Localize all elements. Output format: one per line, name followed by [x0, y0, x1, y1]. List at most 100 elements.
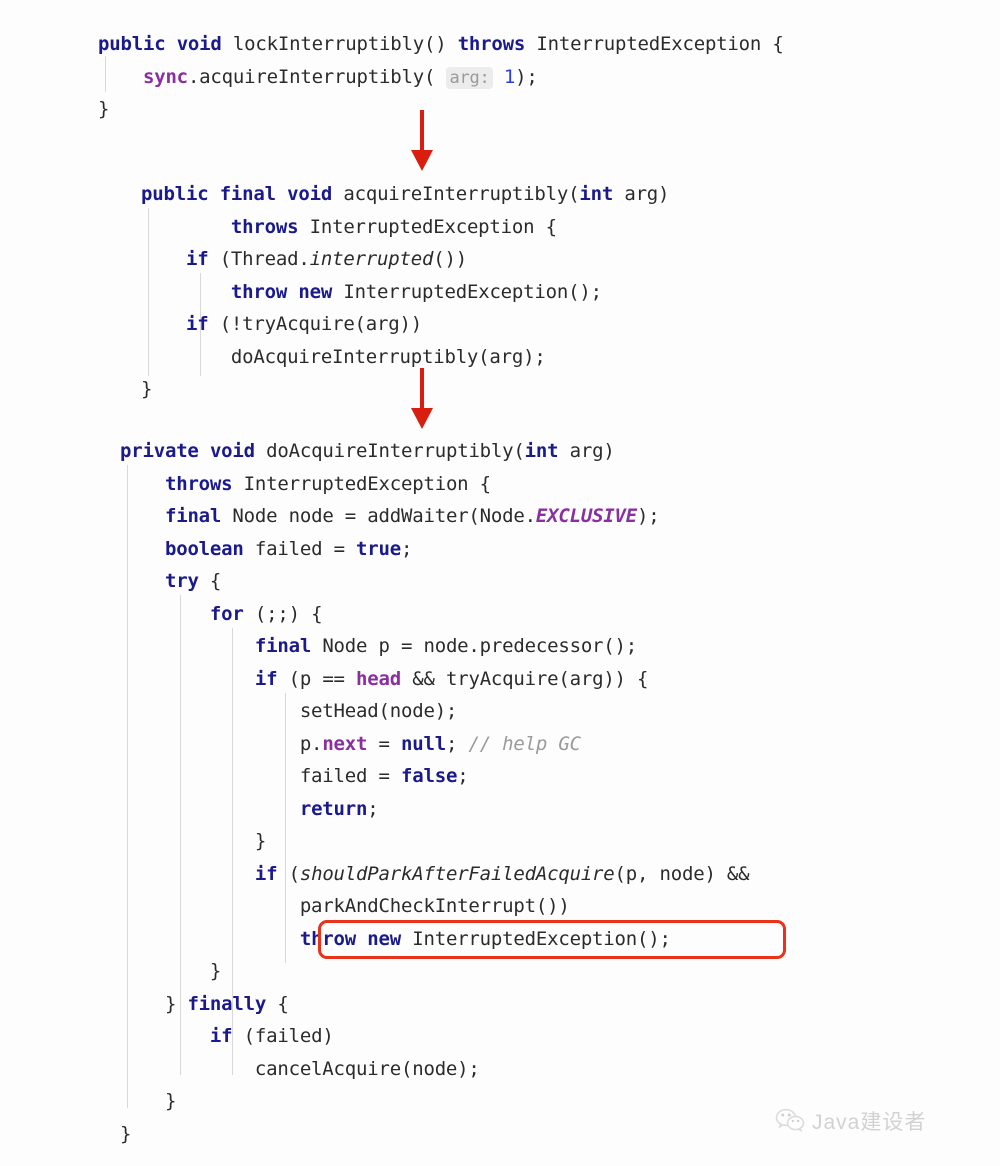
code-line: throw new InterruptedException(); [120, 923, 749, 956]
code-token: arg) [613, 183, 670, 205]
code-line: if (!tryAcquire(arg)) [141, 308, 669, 341]
code-token: Node p = node.predecessor(); [311, 635, 638, 657]
code-token: int [579, 183, 614, 205]
code-token: } [120, 830, 267, 852]
code-token: ; [401, 537, 413, 560]
code-token: arg: [446, 66, 493, 89]
code-token: throws [457, 33, 526, 55]
code-line: throws InterruptedException { [120, 468, 749, 501]
code-token: failed = [243, 537, 357, 560]
code-token: if [185, 313, 209, 335]
code-token: .acquireInterruptibly( [187, 65, 447, 88]
code-token: 1 [503, 65, 516, 88]
code-token: } [120, 1090, 177, 1112]
code-token: shouldParkAfterFailedAcquire [299, 862, 615, 885]
code-token: InterruptedException(); [332, 280, 602, 303]
code-screenshot-canvas: public void lockInterruptibly() throws I… [0, 0, 1000, 1166]
code-token: } [120, 1122, 132, 1145]
code-line: } [120, 955, 749, 988]
code-token: lockInterruptibly() [221, 33, 458, 55]
code-token: doAcquireInterruptibly( [254, 440, 525, 462]
code-line: private void doAcquireInterruptibly(int … [120, 435, 749, 468]
code-line: return; [120, 793, 749, 826]
code-token: try [164, 570, 199, 592]
code-token: ( [277, 862, 300, 885]
wechat-icon [775, 1108, 805, 1132]
code-token: InterruptedException { [232, 472, 491, 495]
code-line: } [120, 1118, 749, 1151]
code-token: setHead(node); [120, 700, 458, 722]
code-token: (p, node) && [614, 862, 750, 885]
code-line: doAcquireInterruptibly(arg); [141, 341, 669, 374]
code-token: failed = [120, 765, 401, 787]
code-token: for [209, 602, 244, 625]
code-token: ); [515, 65, 538, 88]
code-token: { [266, 992, 289, 1015]
code-token: // help GC [468, 732, 581, 755]
code-token: (;;) { [243, 602, 323, 625]
code-line: if (Thread.interrupted()) [141, 243, 669, 276]
code-block-lockInterruptibly: public void lockInterruptibly() throws I… [98, 28, 784, 126]
code-token: (Thread. [208, 248, 310, 270]
code-token: (!tryAcquire(arg)) [208, 313, 423, 335]
code-token: return [299, 797, 368, 820]
code-token: throws [230, 215, 299, 238]
watermark-label: Java建设者 [812, 1111, 927, 1134]
code-token: InterruptedException(); [401, 927, 671, 950]
code-line: failed = false; [120, 760, 749, 793]
code-token: boolean [164, 537, 244, 560]
code-token: InterruptedException { [525, 33, 784, 55]
code-line: boolean failed = true; [120, 533, 749, 566]
code-line: if (p == head && tryAcquire(arg)) { [120, 663, 749, 696]
code-line: throw new InterruptedException(); [141, 276, 669, 309]
arrow-acquire-to-doacquire [411, 368, 433, 429]
code-block-doAcquireInterruptibly: private void doAcquireInterruptibly(int … [120, 435, 750, 1151]
code-token: if [185, 248, 209, 270]
code-token: throws [164, 472, 233, 495]
code-line: cancelAcquire(node); [120, 1053, 749, 1086]
code-token: ; [367, 797, 379, 820]
code-token: } [98, 98, 110, 120]
code-line: } finally { [120, 988, 749, 1021]
code-token: InterruptedException { [298, 215, 557, 238]
code-token: } [120, 992, 188, 1015]
code-token: (p == [277, 667, 357, 690]
code-line: final Node node = addWaiter(Node.EXCLUSI… [120, 500, 749, 533]
code-token: private [120, 440, 199, 462]
code-token: true [356, 537, 402, 560]
code-token: if [254, 862, 278, 885]
code-line: setHead(node); [120, 695, 749, 728]
code-line: try { [120, 565, 749, 598]
code-token: new [298, 280, 333, 303]
code-token: (failed) [232, 1025, 334, 1047]
code-token: final [254, 635, 312, 657]
code-block-acquireInterruptibly: public final void acquireInterruptibly(i… [141, 178, 669, 406]
code-token: void [209, 440, 255, 462]
code-token: int [524, 440, 559, 462]
code-token: if [209, 1025, 233, 1047]
code-token: throw [230, 280, 288, 303]
code-token: && tryAcquire(arg)) { [401, 667, 649, 690]
code-token: ); [637, 505, 660, 527]
code-line: p.next = null; // help GC [120, 728, 749, 761]
code-token: head [356, 667, 402, 690]
code-token: Node node = addWaiter(Node. [221, 505, 536, 527]
code-token: ; [445, 732, 469, 755]
code-token: } [120, 960, 222, 982]
code-line: throws InterruptedException { [141, 211, 669, 244]
